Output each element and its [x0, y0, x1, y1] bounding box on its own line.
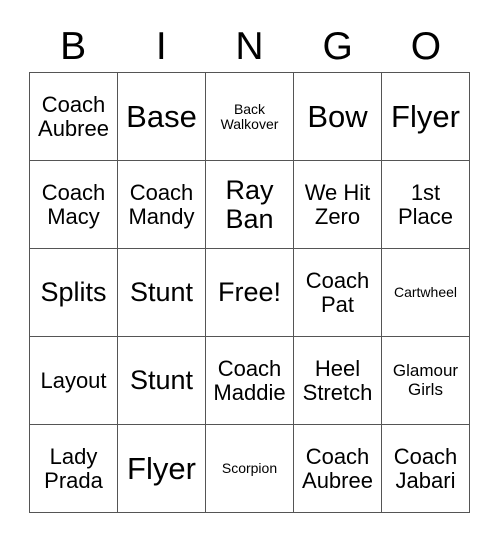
- bingo-cell[interactable]: Coach Jabari: [382, 425, 470, 513]
- bingo-cell-label: Lady Prada: [44, 443, 103, 493]
- bingo-cell-label: Back Walkover: [220, 100, 279, 132]
- bingo-cell[interactable]: Coach Macy: [30, 161, 118, 249]
- bingo-cell[interactable]: Flyer: [118, 425, 206, 513]
- bingo-cell-label: Heel Stretch: [302, 355, 373, 405]
- bingo-cell-label: We Hit Zero: [304, 179, 371, 229]
- bingo-header-letter-g: G: [322, 24, 353, 68]
- bingo-cell[interactable]: 1st Place: [382, 161, 470, 249]
- bingo-cell[interactable]: We Hit Zero: [294, 161, 382, 249]
- bingo-grid: Coach Aubree Base Back Walkover Bow Flyer Coa…: [29, 72, 470, 513]
- bingo-cell-label: Layout: [40, 367, 107, 393]
- bingo-cell[interactable]: Heel Stretch: [294, 337, 382, 425]
- bingo-cell-label: Coach Aubree: [302, 443, 373, 493]
- bingo-cell[interactable]: Bow: [294, 73, 382, 161]
- bingo-header: BINGO: [29, 22, 470, 70]
- bingo-cell-label: Glamour Girls: [392, 361, 459, 399]
- bingo-cell[interactable]: Glamour Girls: [382, 337, 470, 425]
- bingo-cell-label: Coach Pat: [305, 267, 370, 317]
- bingo-cell[interactable]: Coach Pat: [294, 249, 382, 337]
- bingo-cell[interactable]: Base: [118, 73, 206, 161]
- bingo-card: B I N G O Coach Aubree Base Back Walkover Bow Fl…: [0, 0, 500, 544]
- bingo-cell-label: Coach Jabari: [393, 443, 458, 493]
- bingo-cell-label: Base: [126, 98, 197, 134]
- bingo-cell-label: Flyer: [391, 98, 460, 134]
- bingo-cell-label: 1st Place: [397, 179, 454, 229]
- bingo-cell[interactable]: Flyer: [382, 73, 470, 161]
- bingo-cell[interactable]: Coach Mandy: [118, 161, 206, 249]
- bingo-cell[interactable]: Scorpion: [206, 425, 294, 513]
- bingo-cell-label: Coach Maddie: [213, 355, 286, 405]
- bingo-cell-label: Cartwheel: [393, 284, 458, 301]
- bingo-cell-label: Scorpion: [221, 460, 278, 477]
- bingo-header-letter-o: O: [410, 24, 442, 68]
- bingo-cell-label: Flyer: [127, 450, 196, 486]
- bingo-cell[interactable]: Free!: [206, 249, 294, 337]
- bingo-header-letter-b: B: [60, 24, 87, 68]
- bingo-header-letter-n: N: [235, 24, 264, 68]
- bingo-cell[interactable]: Ray Ban: [206, 161, 294, 249]
- bingo-cell[interactable]: Stunt: [118, 249, 206, 337]
- bingo-cell-label: Free!: [217, 277, 282, 308]
- bingo-cell-label: Coach Aubree: [38, 91, 109, 141]
- bingo-cell[interactable]: Lady Prada: [30, 425, 118, 513]
- bingo-cell-label: Stunt: [129, 365, 194, 396]
- bingo-cell-label: Bow: [307, 98, 368, 134]
- bingo-cell[interactable]: Stunt: [118, 337, 206, 425]
- bingo-cell[interactable]: Layout: [30, 337, 118, 425]
- bingo-cell-label: Splits: [40, 277, 107, 308]
- bingo-header-letter-i: I: [155, 24, 167, 68]
- bingo-cell-label: Coach Mandy: [128, 179, 195, 229]
- bingo-cell-label: Stunt: [129, 277, 194, 308]
- bingo-cell-label: Coach Macy: [41, 179, 106, 229]
- bingo-cell[interactable]: Coach Aubree: [30, 73, 118, 161]
- bingo-cell[interactable]: Coach Maddie: [206, 337, 294, 425]
- bingo-cell-label: Ray Ban: [225, 174, 274, 234]
- bingo-cell[interactable]: Cartwheel: [382, 249, 470, 337]
- bingo-cell[interactable]: Coach Aubree: [294, 425, 382, 513]
- bingo-cell[interactable]: Splits: [30, 249, 118, 337]
- bingo-cell[interactable]: Back Walkover: [206, 73, 294, 161]
